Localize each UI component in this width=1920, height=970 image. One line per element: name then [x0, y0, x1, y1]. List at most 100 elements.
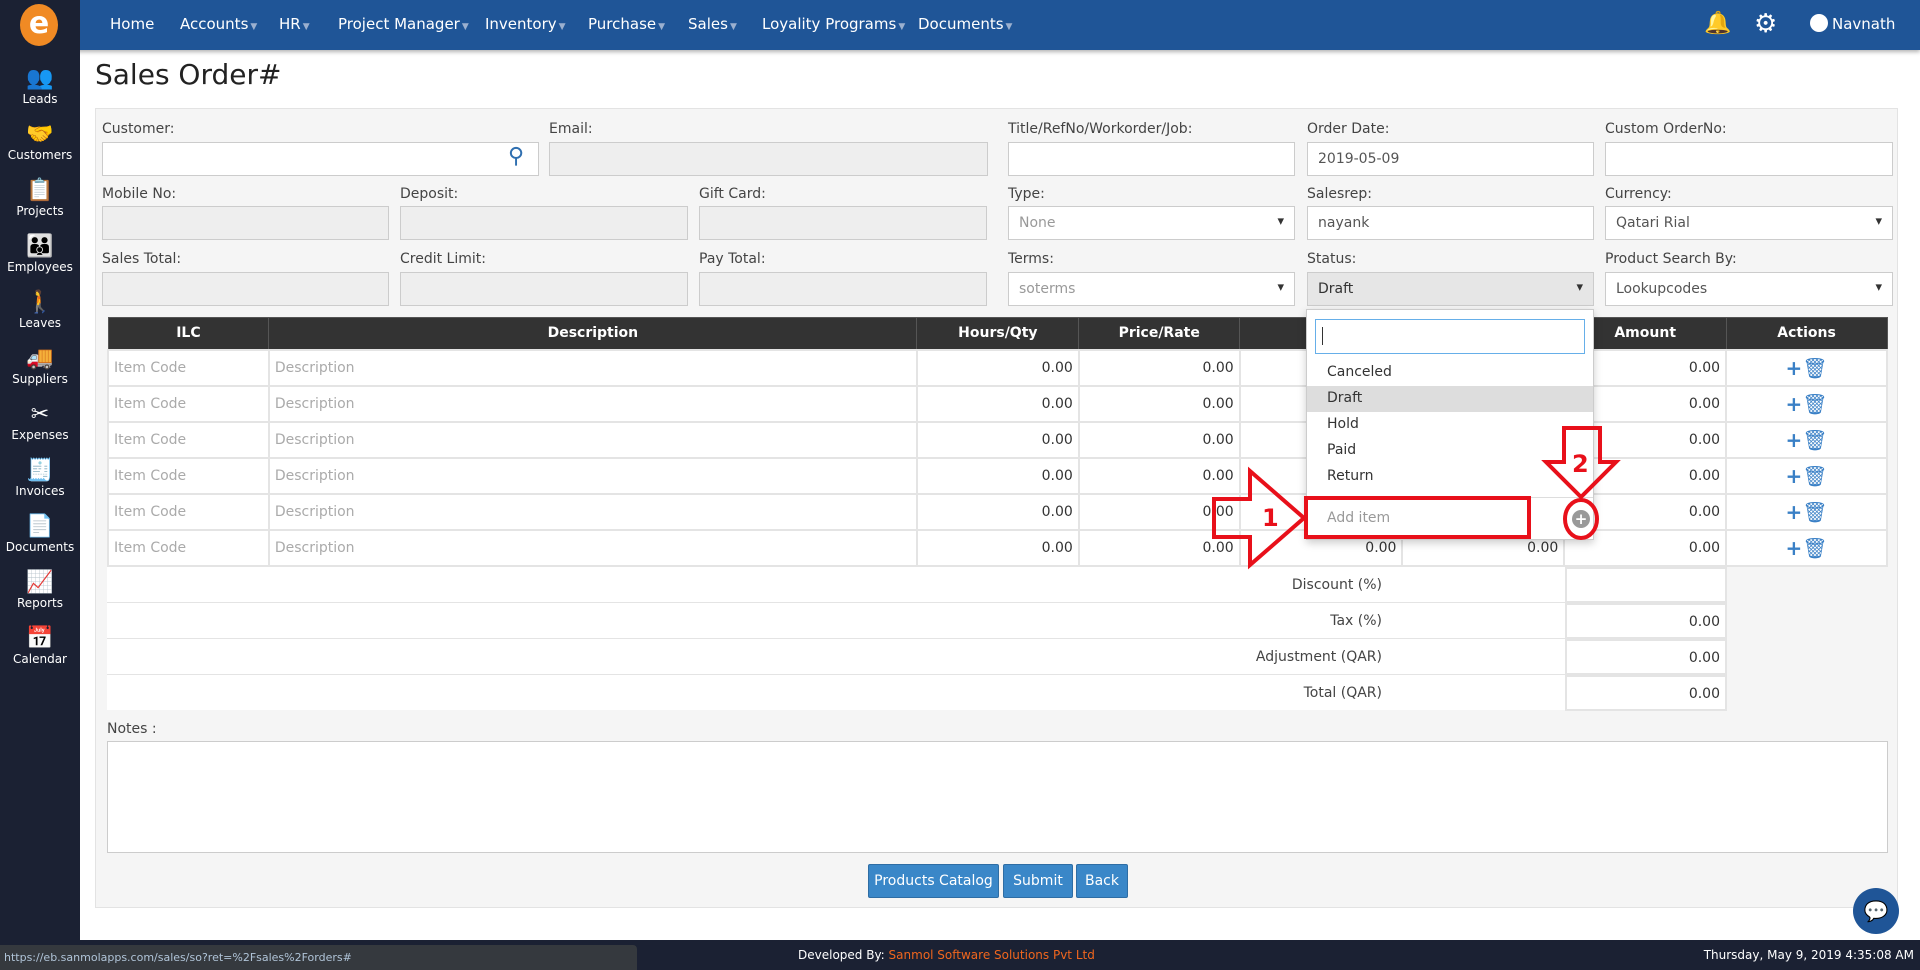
nav-item-purchase[interactable]: Purchase ▼ [588, 15, 665, 33]
order-date-input[interactable]: 2019-05-09 [1307, 142, 1594, 176]
sales-total-input[interactable] [102, 272, 389, 306]
sidebar-item-leaves[interactable]: 🚶 Leaves [0, 290, 80, 330]
gear-icon[interactable]: ⚙ [1754, 9, 1777, 39]
item-code-input[interactable]: Item Code [107, 492, 270, 531]
add-item-input[interactable]: Add item [1327, 510, 1390, 526]
submit-button[interactable]: Submit [1003, 864, 1073, 898]
item-code-input[interactable]: Item Code [107, 420, 270, 459]
sidebar-item-calendar[interactable]: 📅 Calendar [0, 626, 80, 666]
description-input[interactable]: Description [267, 528, 918, 567]
sidebar-item-reports[interactable]: 📈 Reports [0, 570, 80, 610]
summary-value-input[interactable]: 0.00 [1565, 675, 1727, 711]
summary-value-input[interactable]: 0.00 [1565, 639, 1727, 675]
nav-item-accounts[interactable]: Accounts ▼ [180, 15, 257, 33]
add-item-plus-icon[interactable]: + [1572, 510, 1590, 528]
type-select[interactable]: None [1008, 206, 1295, 240]
status-option-paid[interactable]: Paid [1307, 438, 1593, 464]
sidebar-item-leads[interactable]: 👥 Leads [0, 66, 80, 106]
item-code-input[interactable]: Item Code [107, 528, 270, 567]
nav-item-home[interactable]: Home [110, 15, 154, 33]
description-input[interactable]: Description [267, 456, 918, 495]
trash-icon[interactable]: 🗑 [1802, 536, 1827, 560]
nav-item-documents[interactable]: Documents ▼ [918, 15, 1012, 33]
price-input[interactable]: 0.00 [1077, 492, 1241, 531]
search-icon[interactable]: ⚲ [508, 144, 524, 169]
status-option-draft[interactable]: Draft [1307, 386, 1593, 412]
summary-value-input[interactable]: 0.00 [1565, 603, 1727, 639]
add-row-icon[interactable]: + [1785, 464, 1802, 488]
qty-input[interactable]: 0.00 [915, 348, 1080, 387]
sidebar-item-projects[interactable]: 📋 Projects [0, 178, 80, 218]
product-search-select[interactable]: Lookupcodes [1605, 272, 1893, 306]
qty-input[interactable]: 0.00 [915, 528, 1080, 567]
trash-icon[interactable]: 🗑 [1802, 500, 1827, 524]
sidebar-item-employees[interactable]: 👪 Employees [0, 234, 80, 274]
sidebar-item-customers[interactable]: 🤝 Customers [0, 122, 80, 162]
sidebar-item-invoices[interactable]: 🧾 Invoices [0, 458, 80, 498]
trash-icon[interactable]: 🗑 [1802, 356, 1827, 380]
mobile-input[interactable] [102, 206, 389, 240]
sidebar-item-documents[interactable]: 📄 Documents [0, 514, 80, 554]
custom-order-input[interactable] [1605, 142, 1893, 176]
qty-input[interactable]: 0.00 [915, 456, 1080, 495]
add-row-icon[interactable]: + [1785, 428, 1802, 452]
notes-textarea[interactable] [107, 741, 1888, 853]
description-input[interactable]: Description [267, 420, 918, 459]
email-input[interactable] [549, 142, 988, 176]
nav-item-loyality-programs[interactable]: Loyality Programs ▼ [762, 15, 905, 33]
credit-limit-input[interactable] [400, 272, 688, 306]
nav-item-project-manager[interactable]: Project Manager ▼ [338, 15, 469, 33]
add-row-icon[interactable]: + [1785, 500, 1802, 524]
deposit-label: Deposit: [400, 186, 459, 202]
qty-input[interactable]: 0.00 [915, 384, 1080, 423]
price-input[interactable]: 0.00 [1077, 456, 1241, 495]
nav-item-hr[interactable]: HR ▼ [279, 15, 310, 33]
item-code-input[interactable]: Item Code [107, 384, 270, 423]
nav-item-inventory[interactable]: Inventory ▼ [485, 15, 566, 33]
item-code-input[interactable]: Item Code [107, 456, 270, 495]
salesrep-input[interactable]: nayank [1307, 206, 1594, 240]
status-url-bar: https://eb.sanmolapps.com/sales/so?ret=%… [0, 945, 637, 970]
trash-icon[interactable]: 🗑 [1802, 392, 1827, 416]
description-input[interactable]: Description [267, 384, 918, 423]
status-option-return[interactable]: Return [1307, 464, 1593, 490]
pay-total-input[interactable] [699, 272, 987, 306]
status-search-input[interactable] [1315, 319, 1585, 354]
customer-input[interactable] [102, 142, 539, 176]
price-input[interactable]: 0.00 [1077, 384, 1241, 423]
sidebar-item-expenses[interactable]: ✂ Expenses [0, 402, 80, 442]
back-button[interactable]: Back [1076, 864, 1128, 898]
summary-value-input[interactable] [1565, 567, 1727, 603]
nav-item-sales[interactable]: Sales ▼ [688, 15, 737, 33]
add-row-icon[interactable]: + [1785, 356, 1802, 380]
summary-row: Total (QAR) 0.00 [107, 674, 1727, 711]
terms-select[interactable]: soterms [1008, 272, 1295, 306]
currency-select[interactable]: Qatari Rial [1605, 206, 1893, 240]
products-catalog-button[interactable]: Products Catalog [868, 864, 999, 898]
app-logo[interactable]: e [20, 4, 58, 46]
status-select[interactable]: Draft [1307, 272, 1594, 306]
qty-input[interactable]: 0.00 [915, 492, 1080, 531]
add-row-icon[interactable]: + [1785, 536, 1802, 560]
gift-card-input[interactable] [699, 206, 987, 240]
add-row-icon[interactable]: + [1785, 392, 1802, 416]
user-menu[interactable]: Navnath [1810, 14, 1895, 33]
qty-input[interactable]: 0.00 [915, 420, 1080, 459]
description-input[interactable]: Description [267, 492, 918, 531]
status-option-canceled[interactable]: Canceled [1307, 360, 1593, 386]
caret-down-icon: ▼ [250, 22, 258, 32]
table-row: Item Code Description 0.00 0.00 0.00 0.0… [107, 456, 1888, 495]
description-input[interactable]: Description [267, 348, 918, 387]
sidebar-item-suppliers[interactable]: 🚚 Suppliers [0, 346, 80, 386]
title-ref-input[interactable] [1008, 142, 1295, 176]
price-input[interactable]: 0.00 [1077, 528, 1241, 567]
bell-icon[interactable]: 🔔 [1704, 11, 1731, 36]
trash-icon[interactable]: 🗑 [1802, 464, 1827, 488]
status-option-hold[interactable]: Hold [1307, 412, 1593, 438]
price-input[interactable]: 0.00 [1077, 420, 1241, 459]
trash-icon[interactable]: 🗑 [1802, 428, 1827, 452]
chat-icon[interactable]: 💬 [1853, 888, 1899, 934]
price-input[interactable]: 0.00 [1077, 348, 1241, 387]
deposit-input[interactable] [400, 206, 688, 240]
item-code-input[interactable]: Item Code [107, 348, 270, 387]
